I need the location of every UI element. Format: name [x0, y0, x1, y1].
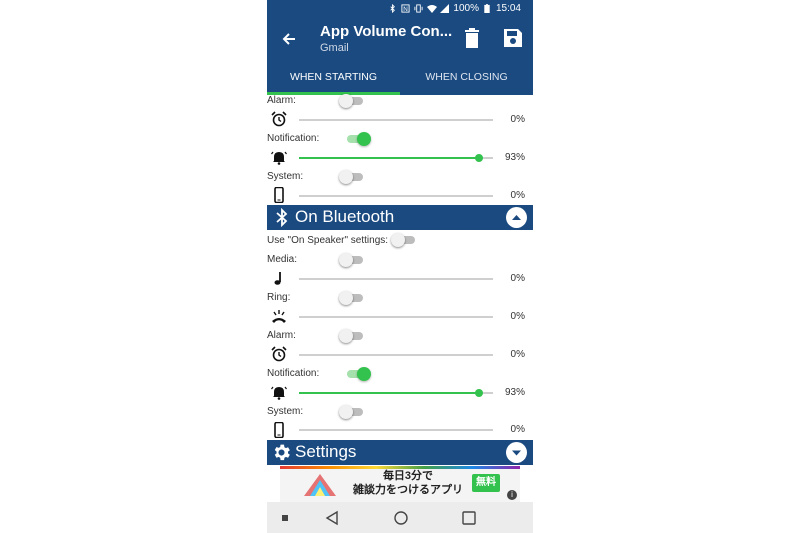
media-volume-slider[interactable] [299, 275, 493, 283]
ringing-phone-icon [271, 308, 287, 324]
ad-logo-icon [302, 472, 338, 498]
tab-when-starting[interactable]: WHEN STARTING [267, 60, 400, 95]
ad-text: 毎日3分で 雑談力をつけるアプリ [348, 469, 468, 497]
chevron-up-icon [512, 215, 521, 220]
notification-bell-icon [271, 384, 287, 400]
nav-recents-icon[interactable] [461, 510, 477, 526]
battery-icon [483, 4, 492, 14]
bluetooth-status-icon [388, 3, 397, 14]
bluetooth-icon [273, 207, 291, 228]
settings-section-title: Settings [295, 442, 357, 461]
bt-system-volume-slider[interactable] [299, 426, 493, 434]
page-subtitle: Gmail [320, 42, 349, 54]
expand-button[interactable] [506, 442, 527, 463]
use-speaker-label: Use "On Speaker" settings: [267, 235, 389, 246]
system-toggle[interactable] [339, 170, 365, 184]
ad-free-button[interactable]: 無料 [472, 474, 500, 492]
alarm-label: Alarm: [267, 95, 296, 106]
nav-home-icon[interactable] [393, 510, 409, 526]
bt-alarm-volume-slider[interactable] [299, 351, 493, 359]
music-note-icon [271, 270, 287, 286]
notification-toggle[interactable] [345, 132, 371, 146]
system-volume-slider[interactable] [299, 192, 493, 200]
gear-icon [271, 442, 292, 463]
phone-icon [271, 421, 287, 439]
alarm-volume-value: 0% [510, 114, 525, 125]
delete-icon[interactable] [463, 28, 481, 48]
bluetooth-section-header[interactable]: On Bluetooth [267, 205, 533, 230]
chevron-down-icon [512, 450, 521, 456]
bt-system-label: System: [267, 406, 304, 417]
phone-screen: N 100% 15:04 App Volume Con... Gmail WHE… [267, 0, 533, 533]
bt-notification-volume-slider[interactable] [299, 389, 493, 397]
bt-notification-label: Notification: [267, 368, 320, 379]
notification-volume-value: 93% [504, 152, 525, 163]
wifi-status-icon [427, 4, 438, 13]
bt-system-volume-value: 0% [510, 424, 525, 435]
bt-alarm-toggle[interactable] [339, 329, 365, 343]
bt-system-toggle[interactable] [339, 405, 365, 419]
signal-status-icon [440, 4, 450, 13]
svg-text:N: N [404, 6, 409, 13]
media-toggle[interactable] [339, 253, 365, 267]
notification-volume-slider[interactable] [299, 154, 493, 162]
phone-icon [271, 186, 287, 204]
media-volume-value: 0% [510, 273, 525, 284]
navigation-bar [267, 502, 533, 533]
alarm-clock-icon [271, 111, 287, 127]
nav-back-icon[interactable] [324, 510, 340, 526]
app-bar: App Volume Con... Gmail [267, 18, 533, 60]
alarm-toggle[interactable] [339, 94, 365, 108]
system-label: System: [267, 171, 304, 182]
ring-toggle[interactable] [339, 291, 365, 305]
battery-percent: 100% [453, 3, 479, 14]
use-speaker-toggle[interactable] [391, 233, 417, 247]
tab-bar: WHEN STARTING WHEN CLOSING [267, 60, 533, 95]
collapse-button[interactable] [506, 207, 527, 228]
notification-bell-icon [271, 149, 287, 165]
bt-alarm-volume-value: 0% [510, 349, 525, 360]
ring-volume-slider[interactable] [299, 313, 493, 321]
media-label: Media: [267, 254, 298, 265]
ad-info-icon[interactable]: i [507, 490, 517, 500]
ad-text-line1: 毎日3分で [382, 470, 434, 482]
ring-label: Ring: [267, 292, 291, 303]
bluetooth-section-title: On Bluetooth [295, 207, 395, 226]
alarm-clock-icon [271, 346, 287, 362]
tab-when-closing[interactable]: WHEN CLOSING [400, 60, 533, 95]
back-arrow-icon[interactable] [279, 29, 299, 49]
notification-label: Notification: [267, 133, 320, 144]
bt-notification-toggle[interactable] [345, 367, 371, 381]
ring-volume-value: 0% [510, 311, 525, 322]
save-icon[interactable] [503, 28, 523, 48]
page-title: App Volume Con... [320, 23, 453, 40]
settings-section-header[interactable]: Settings [267, 440, 533, 465]
vibrate-status-icon [414, 4, 423, 13]
bt-notification-volume-value: 93% [504, 387, 525, 398]
system-volume-value: 0% [510, 190, 525, 201]
menu-dot-icon[interactable] [282, 515, 288, 521]
nfc-status-icon: N [401, 4, 410, 13]
clock-time: 15:04 [495, 3, 521, 14]
status-bar: N 100% 15:04 [267, 0, 533, 18]
alarm-volume-slider[interactable] [299, 116, 493, 124]
ad-banner[interactable]: 毎日3分で 雑談力をつけるアプリ 無料 i [280, 466, 520, 502]
bt-alarm-label: Alarm: [267, 330, 296, 341]
ad-text-line2: 雑談力をつけるアプリ [353, 484, 463, 496]
